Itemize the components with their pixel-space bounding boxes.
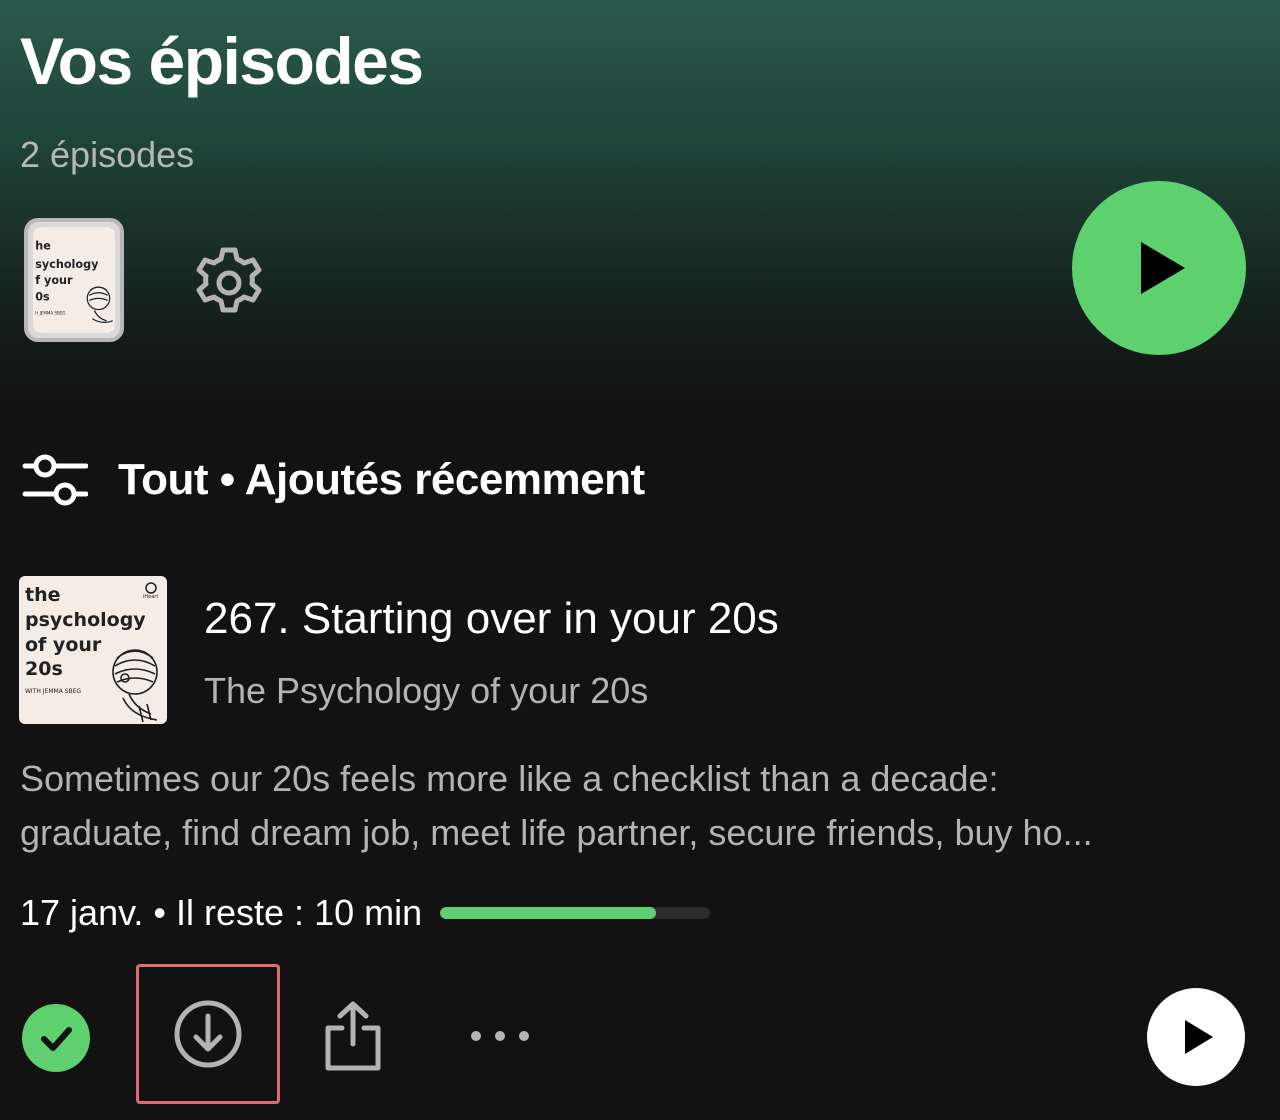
cover-small-line-3: f your (35, 274, 73, 287)
play-episode-button[interactable] (1147, 988, 1245, 1086)
episode-progress-bar (440, 907, 711, 919)
episode-show-name[interactable]: The Psychology of your 20s (204, 670, 648, 712)
podcast-cover-icon: he sychology f your 0s H JEMMA SBEG (33, 227, 115, 333)
episode-title[interactable]: 267. Starting over in your 20s (204, 594, 779, 644)
episode-description-line: Sometimes our 20s feels more like a chec… (20, 758, 999, 799)
iheart-logo-icon (145, 582, 157, 594)
cover-small-byline: H JEMMA SBEG (35, 311, 65, 316)
episode-description: Sometimes our 20s feels more like a chec… (20, 752, 1250, 860)
play-all-button[interactable] (1072, 181, 1246, 355)
episode-meta: 17 janv. • Il reste : 10 min (20, 890, 711, 936)
check-icon (41, 1027, 72, 1051)
episode-cover[interactable]: the psychology of your 20s WITH JEMMA SB… (19, 576, 167, 724)
podcast-cover-button[interactable]: he sychology f your 0s H JEMMA SBEG (24, 218, 124, 342)
episode-description-line: graduate, find dream job, meet life part… (20, 812, 1093, 853)
sliders-icon (22, 454, 88, 506)
more-icon (471, 1031, 529, 1041)
cover-line-1: the (25, 584, 61, 606)
filter-sort-row[interactable]: Tout • Ajoutés récemment (22, 448, 645, 512)
episode-progress-fill (440, 907, 657, 919)
episode-count: 2 épisodes (20, 134, 195, 175)
play-icon (1141, 242, 1185, 294)
filter-label: Tout • Ajoutés récemment (118, 455, 645, 504)
page-title: Vos épisodes (20, 24, 424, 98)
share-button[interactable] (318, 998, 388, 1074)
cover-small-line-4: 0s (35, 290, 50, 303)
download-button[interactable] (136, 964, 280, 1104)
portrait-illustration (112, 649, 158, 723)
mark-played-button[interactable] (22, 1004, 90, 1072)
gear-icon (196, 247, 262, 313)
cover-line-2: psychology (25, 609, 146, 631)
cover-small-line-2: sychology (35, 258, 99, 271)
share-icon (325, 1001, 381, 1071)
episode-cover-art: the psychology of your 20s WITH JEMMA SB… (25, 582, 158, 723)
settings-button[interactable] (190, 244, 268, 322)
episode-date-remaining: 17 janv. • Il reste : 10 min (20, 892, 423, 933)
more-options-button[interactable] (462, 1016, 538, 1056)
cover-byline: WITH JEMMA SBEG (25, 688, 81, 695)
play-icon (1185, 1020, 1213, 1054)
download-icon (174, 1000, 242, 1068)
cover-line-3: of your (25, 634, 102, 656)
cover-line-4: 20s (25, 658, 63, 680)
cover-badge: iHeart (143, 594, 158, 600)
cover-small-line-1: he (35, 239, 51, 252)
